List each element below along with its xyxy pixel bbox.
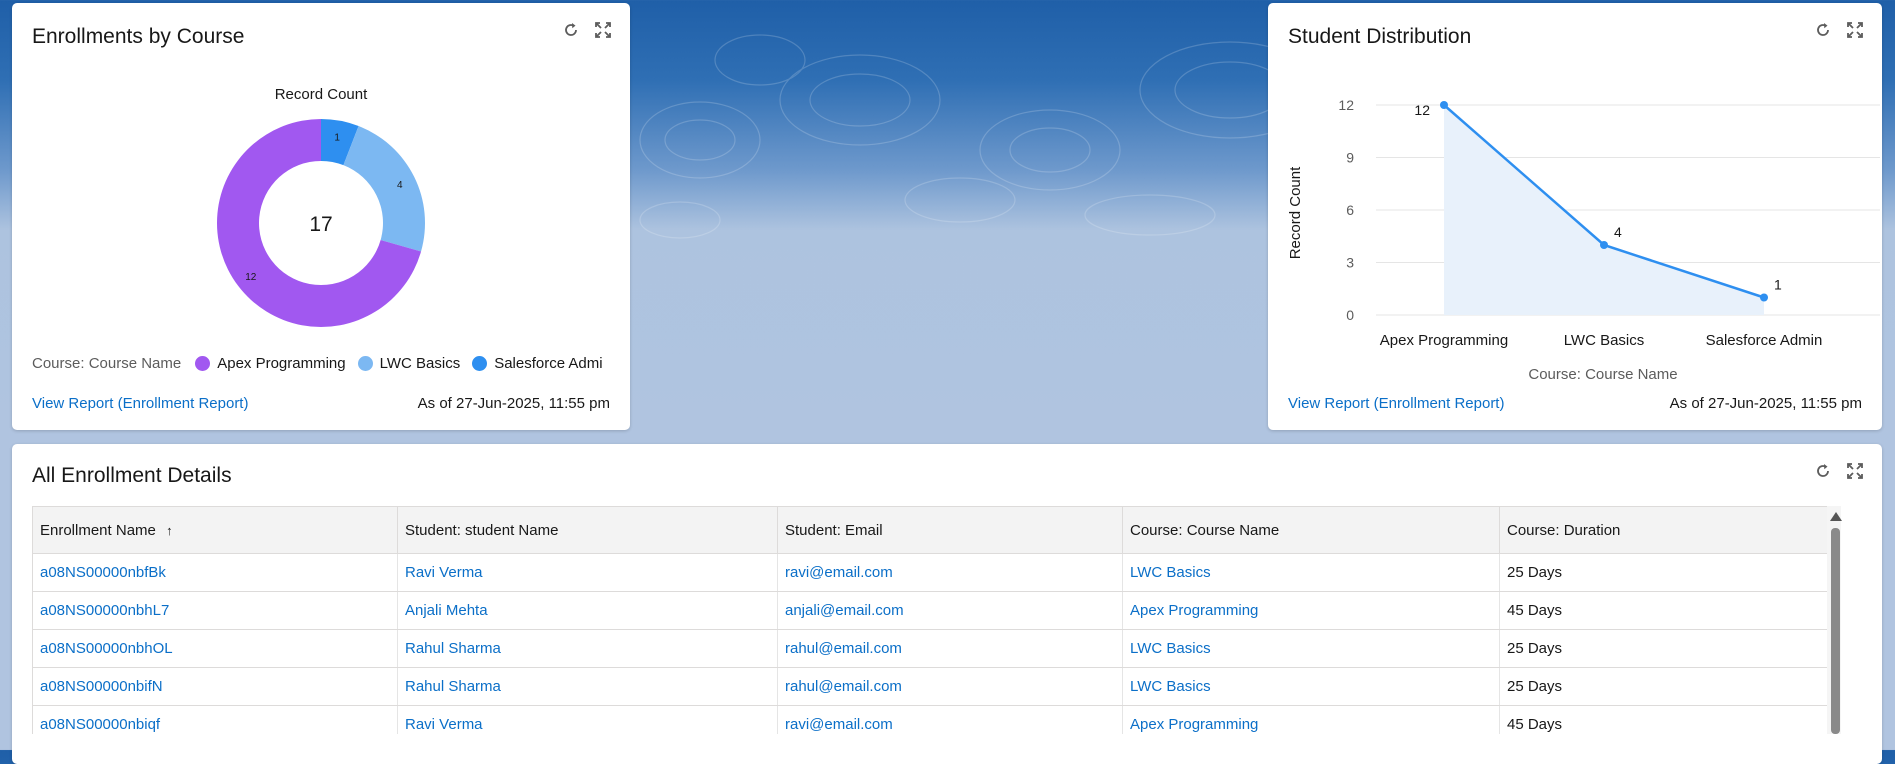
refresh-icon[interactable] [1814, 462, 1832, 480]
x-tick-label: LWC Basics [1564, 332, 1645, 349]
legend-dot [472, 356, 488, 371]
legend-label: LWC Basics [379, 355, 461, 372]
email-link[interactable]: rahul@email.com [785, 678, 902, 695]
donut-center-total: 17 [309, 213, 332, 236]
y-tick-label: 0 [1346, 307, 1354, 323]
course-link[interactable]: LWC Basics [1130, 640, 1211, 657]
expand-icon[interactable] [1846, 462, 1864, 480]
y-tick-label: 3 [1346, 255, 1354, 271]
course-link[interactable]: Apex Programming [1130, 602, 1258, 619]
arrow-up-icon: ↑ [166, 522, 173, 538]
refresh-icon[interactable] [1814, 21, 1832, 39]
scroll-up-arrow-icon[interactable] [1830, 512, 1842, 521]
refresh-icon[interactable] [562, 21, 580, 39]
table-row: a08NS00000nbhOL Rahul Sharma rahul@email… [32, 629, 1839, 668]
enrollments-by-course-card: Enrollments by Course Record Count 1 4 12 … [12, 3, 630, 430]
enrollment-link[interactable]: a08NS00000nbifN [40, 678, 163, 695]
enrollment-table-container: Enrollment Name ↑ Student: student Name … [32, 506, 1839, 734]
table-row: a08NS00000nbfBk Ravi Verma ravi@email.co… [32, 553, 1839, 592]
view-report-link[interactable]: View Report (Enrollment Report) [32, 395, 248, 412]
slice-data-label: 4 [397, 180, 403, 191]
view-report-link[interactable]: View Report (Enrollment Report) [1288, 395, 1504, 412]
card-title: All Enrollment Details [32, 464, 232, 487]
data-point[interactable] [1440, 101, 1448, 109]
slice-data-label: 1 [334, 132, 340, 143]
table-header-row: Enrollment Name ↑ Student: student Name … [32, 506, 1839, 554]
legend-title: Course: Course Name [32, 355, 182, 372]
point-data-label: 1 [1774, 277, 1782, 293]
y-tick-label: 12 [1338, 97, 1354, 113]
column-header-student-email[interactable]: Student: Email [777, 506, 1123, 554]
line-chart: 0 3 6 9 12 12 4 1 Apex Programming LWC Basics Sa… [1287, 97, 1880, 383]
data-point[interactable] [1760, 293, 1768, 302]
table-row: a08NS00000nbiqf Ravi Verma ravi@email.co… [32, 705, 1839, 734]
chart-title: Record Count [275, 86, 368, 103]
column-header-enrollment-name[interactable]: Enrollment Name ↑ [32, 506, 398, 554]
duration-cell: 25 Days [1499, 667, 1839, 706]
duration-cell: 25 Days [1499, 553, 1839, 592]
legend-label: Apex Programming [217, 355, 346, 372]
table-row: a08NS00000nbifN Rahul Sharma rahul@email… [32, 667, 1839, 706]
card-title: Student Distribution [1288, 25, 1472, 48]
student-link[interactable]: Rahul Sharma [405, 640, 501, 657]
point-data-label: 4 [1614, 224, 1622, 240]
donut-chart: Record Count 1 4 12 17 [217, 86, 425, 328]
as-of-timestamp: As of 27-Jun-2025, 11:55 pm [1669, 395, 1862, 412]
y-tick-label: 9 [1346, 150, 1354, 166]
as-of-timestamp: As of 27-Jun-2025, 11:55 pm [417, 395, 610, 412]
x-axis-label: Course: Course Name [1528, 366, 1677, 383]
email-link[interactable]: ravi@email.com [785, 716, 893, 733]
point-data-label: 12 [1414, 102, 1430, 118]
course-link[interactable]: LWC Basics [1130, 678, 1211, 695]
student-link[interactable]: Anjali Mehta [405, 602, 488, 619]
student-link[interactable]: Ravi Verma [405, 716, 483, 733]
duration-cell: 45 Days [1499, 705, 1839, 734]
all-enrollment-details-card: All Enrollment Details Enrollment Name ↑… [12, 444, 1882, 764]
enrollment-link[interactable]: a08NS00000nbfBk [40, 564, 166, 581]
column-header-course-name[interactable]: Course: Course Name [1122, 506, 1500, 554]
enrollment-link[interactable]: a08NS00000nbhL7 [40, 602, 169, 619]
y-axis-label: Record Count [1287, 166, 1304, 259]
course-link[interactable]: Apex Programming [1130, 716, 1258, 733]
scrollbar-thumb[interactable] [1831, 528, 1840, 734]
y-tick-label: 6 [1346, 202, 1354, 218]
table-row: a08NS00000nbhL7 Anjali Mehta anjali@emai… [32, 591, 1839, 630]
x-tick-label: Salesforce Admin [1706, 332, 1823, 349]
data-point[interactable] [1600, 241, 1608, 249]
legend-item-lwc[interactable]: LWC Basics [357, 355, 461, 372]
duration-cell: 45 Days [1499, 591, 1839, 630]
chart-legend: Course: Course Name Apex Programming LWC… [32, 355, 612, 372]
expand-icon[interactable] [594, 21, 612, 39]
email-link[interactable]: rahul@email.com [785, 640, 902, 657]
legend-dot [195, 356, 211, 371]
student-link[interactable]: Ravi Verma [405, 564, 483, 581]
expand-icon[interactable] [1846, 21, 1864, 39]
legend-label: Salesforce Admi [494, 355, 603, 372]
column-header-course-duration[interactable]: Course: Duration [1499, 506, 1839, 554]
enrollment-table: Enrollment Name ↑ Student: student Name … [32, 506, 1839, 734]
column-header-student-name[interactable]: Student: student Name [397, 506, 778, 554]
slice-data-label: 12 [245, 272, 257, 283]
x-tick-label: Apex Programming [1380, 332, 1508, 349]
legend-item-apex[interactable]: Apex Programming [195, 355, 346, 372]
donut-slice[interactable] [343, 126, 425, 252]
duration-cell: 25 Days [1499, 629, 1839, 668]
student-link[interactable]: Rahul Sharma [405, 678, 501, 695]
student-distribution-card: Student Distribution 0 3 6 9 12 12 4 1 Apex Pr… [1268, 3, 1882, 430]
email-link[interactable]: anjali@email.com [785, 602, 904, 619]
course-link[interactable]: LWC Basics [1130, 564, 1211, 581]
card-title: Enrollments by Course [32, 25, 245, 48]
enrollment-link[interactable]: a08NS00000nbiqf [40, 716, 160, 733]
legend-dot [357, 356, 373, 371]
email-link[interactable]: ravi@email.com [785, 564, 893, 581]
enrollment-link[interactable]: a08NS00000nbhOL [40, 640, 173, 657]
legend-item-admin[interactable]: Salesforce Admi [472, 355, 603, 372]
